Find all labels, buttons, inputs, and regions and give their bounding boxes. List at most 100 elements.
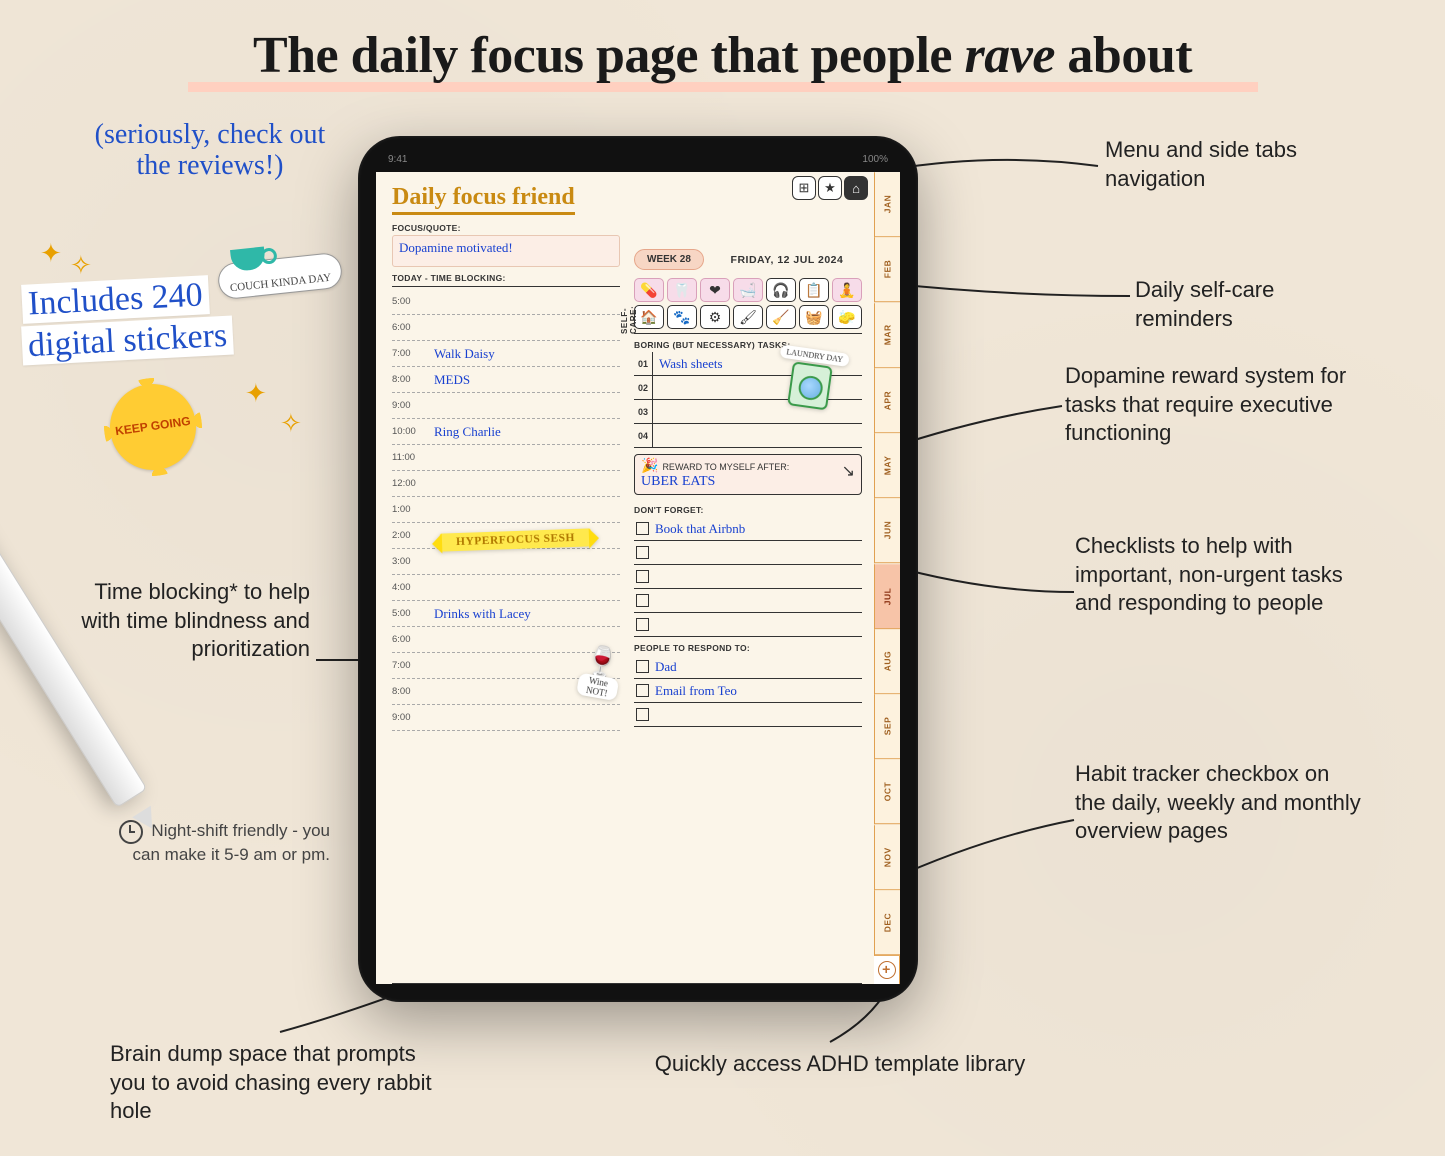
selfcare-icon[interactable]: 🎧	[766, 278, 796, 302]
checkbox-icon[interactable]	[636, 618, 649, 631]
month-tab-feb[interactable]: FEB	[874, 237, 900, 302]
timeblock-row[interactable]: 1:00	[392, 497, 620, 523]
selfcare-icon[interactable]: 💊	[634, 278, 664, 302]
dontforget-row[interactable]	[634, 565, 862, 589]
selfcare-icon[interactable]: 📋	[799, 278, 829, 302]
month-tab-dec[interactable]: DEC	[874, 890, 900, 955]
timeblock-row[interactable]: 9:00	[392, 393, 620, 419]
week-pill[interactable]: WEEK 28	[634, 249, 704, 270]
selfcare-icon[interactable]: 🐾	[667, 305, 697, 329]
reward-box[interactable]: 🎉REWARD TO MYSELF AFTER: ↘ UBER EATS	[634, 454, 862, 495]
people-row[interactable]	[634, 703, 862, 727]
month-tab-jul[interactable]: JUL	[874, 564, 900, 629]
selfcare-icon-grid: 💊🦷❤🛁🎧📋🧘 🏠🐾⚙🖌🧹🧺🧽	[634, 276, 862, 334]
headline: The daily focus page that people rave ab…	[0, 26, 1445, 85]
timeblock-hour: 9:00	[392, 712, 426, 723]
add-tab-button[interactable]: +	[874, 955, 900, 984]
timeblock-hour: 7:00	[392, 660, 426, 671]
month-tab-may[interactable]: MAY	[874, 433, 900, 498]
timeblock-row[interactable]: 12:00	[392, 471, 620, 497]
timeblock-hour: 12:00	[392, 478, 426, 489]
nav-home-icon[interactable]: ⌂	[844, 176, 868, 200]
timeblock-row[interactable]: 8:00 MEDS	[392, 367, 620, 393]
month-tab-jun[interactable]: JUN	[874, 498, 900, 563]
month-tab-apr[interactable]: APR	[874, 368, 900, 433]
people-row[interactable]: Email from Teo	[634, 679, 862, 703]
timeblock-row[interactable]: 3:00	[392, 549, 620, 575]
boring-task-number: 01	[634, 352, 653, 375]
selfcare-icon[interactable]: 🛁	[733, 278, 763, 302]
selfcare-icon[interactable]: 🏠	[634, 305, 664, 329]
checkbox-icon[interactable]	[636, 660, 649, 673]
checkbox-icon[interactable]	[636, 594, 649, 607]
dontforget-row[interactable]	[634, 613, 862, 637]
nav-icons: ⊞ ★ ⌂	[792, 176, 868, 200]
selfcare-icon[interactable]: 🦷	[667, 278, 697, 302]
checkbox-icon[interactable]	[636, 684, 649, 697]
brain-dump-box[interactable]: * LEAVE IT FOR LATER * BRAIN DUMP Book D…	[392, 983, 862, 984]
timeblock-row[interactable]: 4:00	[392, 575, 620, 601]
timeblock-value: MEDS	[434, 372, 620, 388]
sparkle-icon: ✦	[245, 378, 267, 409]
checkbox-icon[interactable]	[636, 708, 649, 721]
checkbox-icon[interactable]	[636, 546, 649, 559]
month-tab-jan[interactable]: JAN	[874, 172, 900, 237]
month-tab-oct[interactable]: OCT	[874, 759, 900, 824]
focus-label: FOCUS/QUOTE:	[392, 223, 620, 233]
focus-input[interactable]: Dopamine motivated!	[392, 235, 620, 267]
selfcare-icon[interactable]: 🧹	[766, 305, 796, 329]
annotation-dopamine: Dopamine reward system for tasks that re…	[1065, 362, 1365, 448]
timeblock-row[interactable]: 9:00	[392, 705, 620, 731]
selfcare-icon[interactable]: ⚙	[700, 305, 730, 329]
timeblock-row[interactable]: 11:00	[392, 445, 620, 471]
annotation-adhd-library: Quickly access ADHD template library	[620, 1050, 1060, 1079]
statusbar-time: 9:41	[388, 154, 407, 170]
timeblock-hour: 8:00	[392, 686, 426, 697]
checkbox-icon[interactable]	[636, 570, 649, 583]
sticker-wine-not[interactable]: 🍷 Wine NOT!	[576, 646, 624, 701]
people-row[interactable]: Dad	[634, 655, 862, 679]
timeblock-row[interactable]: 5:00Drinks with Lacey	[392, 601, 620, 627]
dontforget-value: Book that Airbnb	[655, 521, 745, 537]
month-tabs: JANFEBMARAPRMAYJUNJULAUGSEPOCTNOVDEC +	[874, 172, 900, 984]
right-column: WEEK 28 FRIDAY, 12 JUL 2024 SELF-CARE: 💊…	[634, 219, 862, 977]
month-tab-nov[interactable]: NOV	[874, 825, 900, 890]
selfcare-icon[interactable]: 🖌	[733, 305, 763, 329]
month-tab-mar[interactable]: MAR	[874, 303, 900, 368]
selfcare-icon[interactable]: 🧽	[832, 305, 862, 329]
ipad-statusbar: 9:41 100%	[376, 154, 900, 170]
timeblock-hour: 6:00	[392, 634, 426, 645]
boring-task-row[interactable]: 04	[634, 424, 862, 448]
checkbox-icon[interactable]	[636, 522, 649, 535]
timeblock-row[interactable]: 6:00	[392, 315, 620, 341]
timeblock-hour: 7:00	[392, 348, 426, 359]
selfcare-icon[interactable]: 🧺	[799, 305, 829, 329]
people-value: Email from Teo	[655, 683, 737, 699]
dontforget-row[interactable]	[634, 541, 862, 565]
boring-task-value: Wash sheets	[659, 356, 723, 372]
annotation-time-blocking: Time blocking* to help with time blindne…	[70, 578, 310, 664]
dontforget-row[interactable]: Book that Airbnb	[634, 517, 862, 541]
arrow-down-icon: ↘	[842, 461, 855, 481]
nav-star-icon[interactable]: ★	[818, 176, 842, 200]
teacup-icon	[230, 247, 266, 272]
month-tab-sep[interactable]: SEP	[874, 694, 900, 759]
timeblock-row[interactable]: 7:00Walk Daisy	[392, 341, 620, 367]
sticker-couch-label: COUCH KINDA DAY	[229, 272, 331, 295]
boring-label: BORING (BUT NECESSARY) TASKS:	[634, 340, 862, 350]
dontforget-row[interactable]	[634, 589, 862, 613]
selfcare-icon[interactable]: 🧘	[832, 278, 862, 302]
timeblock-hour: 11:00	[392, 452, 426, 463]
annotation-night-shift: Night-shift friendly - you can make it 5…	[100, 820, 330, 866]
timeblock-row[interactable]: 5:00	[392, 289, 620, 315]
sticker-laundry-day[interactable]: LAUNDRY DAY	[773, 344, 850, 412]
month-tab-aug[interactable]: AUG	[874, 629, 900, 694]
people-value: Dad	[655, 659, 677, 675]
nav-grid-icon[interactable]: ⊞	[792, 176, 816, 200]
timeblock-list: 5:006:007:00Walk Daisy8:00MEDS9:0010:00R…	[392, 289, 620, 977]
timeblock-row[interactable]: 10:00Ring Charlie	[392, 419, 620, 445]
timeblock-hour: 8:00	[392, 374, 426, 385]
sparkle-icon: ✦	[40, 238, 62, 269]
selfcare-icon[interactable]: ❤	[700, 278, 730, 302]
plus-icon: +	[878, 961, 896, 979]
